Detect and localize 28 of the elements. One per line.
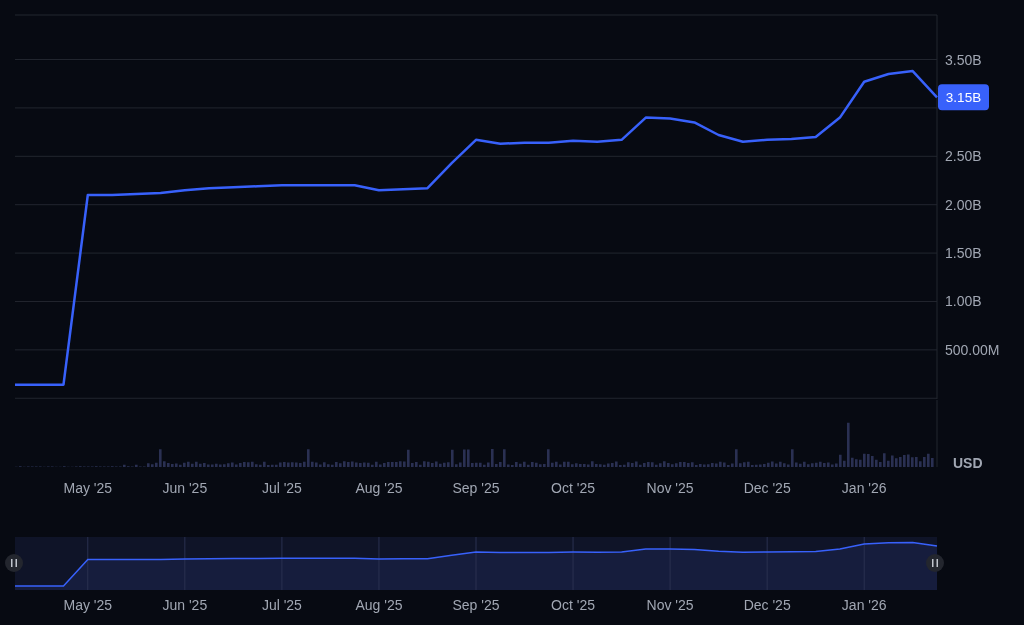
drag-handle-icon[interactable] bbox=[5, 554, 23, 572]
axis-label: Dec '25 bbox=[743, 480, 791, 496]
axis-label: Jun '25 bbox=[162, 597, 208, 613]
axis-label: 2.00B bbox=[945, 196, 982, 213]
axis-label: Aug '25 bbox=[355, 597, 403, 613]
axis-label: May '25 bbox=[63, 597, 113, 613]
axis-label: Aug '25 bbox=[355, 480, 403, 496]
axis-label: Dec '25 bbox=[743, 597, 791, 613]
drag-handle-icon[interactable] bbox=[926, 554, 944, 572]
axis-label: Jul '25 bbox=[261, 597, 302, 613]
axis-label: Nov '25 bbox=[646, 597, 694, 613]
axis-label: Jan '26 bbox=[841, 480, 887, 496]
axis-label: 1.00B bbox=[945, 293, 982, 310]
axis-label: May '25 bbox=[63, 480, 113, 496]
axis-label: Oct '25 bbox=[551, 597, 595, 613]
axis-label: Jun '25 bbox=[162, 480, 208, 496]
axis-label: Jul '25 bbox=[261, 480, 302, 496]
axis-label: Nov '25 bbox=[646, 480, 694, 496]
axis-label: 2.50B bbox=[945, 148, 982, 165]
price-badge: 3.15B bbox=[938, 84, 989, 111]
axis-label: Jan '26 bbox=[841, 597, 887, 613]
currency-label: USD bbox=[953, 455, 983, 470]
axis-label: 1.50B bbox=[945, 245, 982, 262]
axis-label: Sep '25 bbox=[452, 597, 500, 613]
axis-label: 3.50B bbox=[945, 51, 982, 68]
axis-label: Sep '25 bbox=[452, 480, 500, 496]
axis-label: Oct '25 bbox=[551, 480, 595, 496]
axis-label: 500.00M bbox=[945, 341, 1000, 358]
